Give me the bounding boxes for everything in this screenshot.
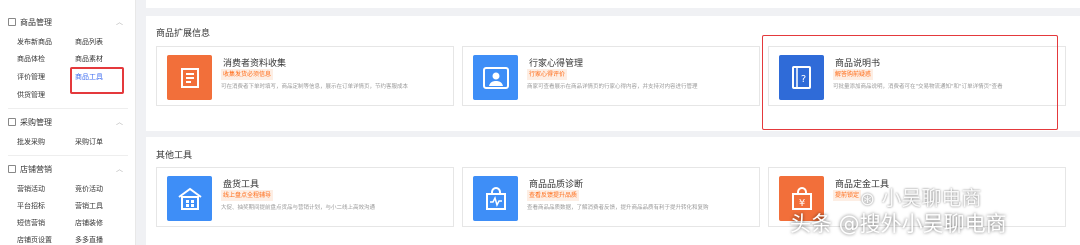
sidebar-item-publish[interactable]: 发布新商品: [17, 37, 52, 47]
card-desc: 查看商品品质数据，了解消费者反馈，提升商品品质有利于提升转化和复购: [527, 205, 709, 211]
card-inventory[interactable]: 盘货工具 线上盘点全程辅导 大促、抽奖期间提前盘点货品与营销计划，与小二线上高效…: [156, 167, 454, 227]
watermark-bottom: 头条 @搜外小吴聊电商: [790, 212, 1007, 236]
sidebar-item-wholesale[interactable]: 批发采购: [17, 137, 45, 147]
top-panel: [146, 0, 1080, 8]
doc-icon: [167, 55, 212, 100]
card-tag: 提前锁定: [833, 190, 862, 201]
sidebar-item-goods-material[interactable]: 商品素材: [75, 54, 103, 64]
chevron-up-icon[interactable]: ︿: [116, 117, 123, 127]
card-expert-review[interactable]: 行家心得管理 行家心得评价 商家可查看展示在商品详情页的行家心得内容，并支持对内…: [462, 46, 760, 106]
card-title: 行家心得管理: [529, 59, 584, 69]
sidebar-item-sms[interactable]: 短信营销: [17, 218, 45, 228]
card-consumer-info[interactable]: 消费者资料收集 收集发货必须信息 可在消费者下单时填写，商品定制等信息，展示在订…: [156, 46, 454, 106]
chevron-up-icon[interactable]: ︿: [116, 164, 123, 174]
card-title: 消费者资料收集: [223, 59, 287, 69]
card-desc: 大促、抽奖期间提前盘点货品与营销计划，与小二线上高效沟通: [221, 205, 376, 211]
sidebar-section-purchase[interactable]: 采购管理: [8, 115, 52, 129]
watermark-text: 小吴聊电商: [881, 186, 982, 210]
highlight-box: [762, 35, 1058, 130]
sidebar-item-marketing-tools[interactable]: 营销工具: [75, 201, 103, 211]
card-tag: 查看反馈提升品质: [527, 190, 580, 201]
sidebar-item-bidding[interactable]: 竞价活动: [75, 184, 103, 194]
sidebar-item-goods-check[interactable]: 商品体检: [17, 54, 45, 64]
card-title: 商品品质诊断: [529, 180, 584, 190]
svg-text:¥: ¥: [798, 198, 804, 209]
sidebar-item-tender[interactable]: 平台招标: [17, 201, 45, 211]
sidebar-item-store-page[interactable]: 店铺页设置: [17, 235, 52, 245]
sidebar-item-decoration[interactable]: 店铺装修: [75, 218, 103, 228]
sidebar-item-purchase-orders[interactable]: 采购订单: [75, 137, 103, 147]
user-card-icon: [473, 55, 518, 100]
purchase-icon: [8, 118, 16, 126]
card-title: 盘货工具: [223, 180, 260, 190]
store-icon: [8, 165, 16, 173]
sidebar-section-title: 商品管理: [20, 17, 52, 27]
card-tag: 线上盘点全程辅导: [221, 190, 274, 201]
card-desc: 可在消费者下单时填写，商品定制等信息，展示在订单详情页，节约客服成本: [221, 84, 409, 90]
highlight-box: [70, 67, 124, 94]
sidebar-section-title: 采购管理: [20, 117, 52, 127]
sidebar-section-title: 店铺营销: [20, 164, 52, 174]
goods-icon: [8, 18, 16, 26]
card-tag: 行家心得评价: [527, 69, 568, 80]
sidebar-section-store[interactable]: 店铺营销: [8, 162, 52, 176]
section-title: 其他工具: [156, 151, 193, 161]
sidebar-item-live[interactable]: 多多直播: [75, 235, 103, 245]
sidebar-item-reviews[interactable]: 评价管理: [17, 72, 45, 82]
divider: [8, 108, 128, 109]
sidebar-item-activities[interactable]: 营销活动: [17, 184, 45, 194]
bag-pulse-icon: [473, 176, 518, 221]
sidebar: 商品管理 ︿ 发布新商品 商品列表 商品体检 商品素材 评价管理 商品工具 供货…: [0, 0, 136, 245]
section-title: 商品扩展信息: [156, 29, 211, 39]
sidebar-item-goods-list[interactable]: 商品列表: [75, 37, 103, 47]
sidebar-section-goods[interactable]: 商品管理: [8, 15, 52, 29]
sidebar-item-supply[interactable]: 供货管理: [17, 90, 45, 100]
chevron-up-icon[interactable]: ︿: [116, 17, 123, 27]
watermark-logo-icon: ⊛: [860, 189, 876, 210]
card-desc: 商家可查看展示在商品详情页的行家心得内容，并支持对内容进行管理: [527, 84, 698, 90]
card-quality[interactable]: 商品品质诊断 查看反馈提升品质 查看商品品质数据，了解消费者反馈，提升商品品质有…: [462, 167, 760, 227]
divider: [8, 155, 128, 156]
ext-section: 商品扩展信息 消费者资料收集 收集发货必须信息 可在消费者下单时填写，商品定制等…: [146, 16, 1080, 131]
watermark-top: ⊛ 小吴聊电商: [860, 182, 981, 211]
store-icon: [167, 176, 212, 221]
card-tag: 收集发货必须信息: [221, 69, 274, 80]
